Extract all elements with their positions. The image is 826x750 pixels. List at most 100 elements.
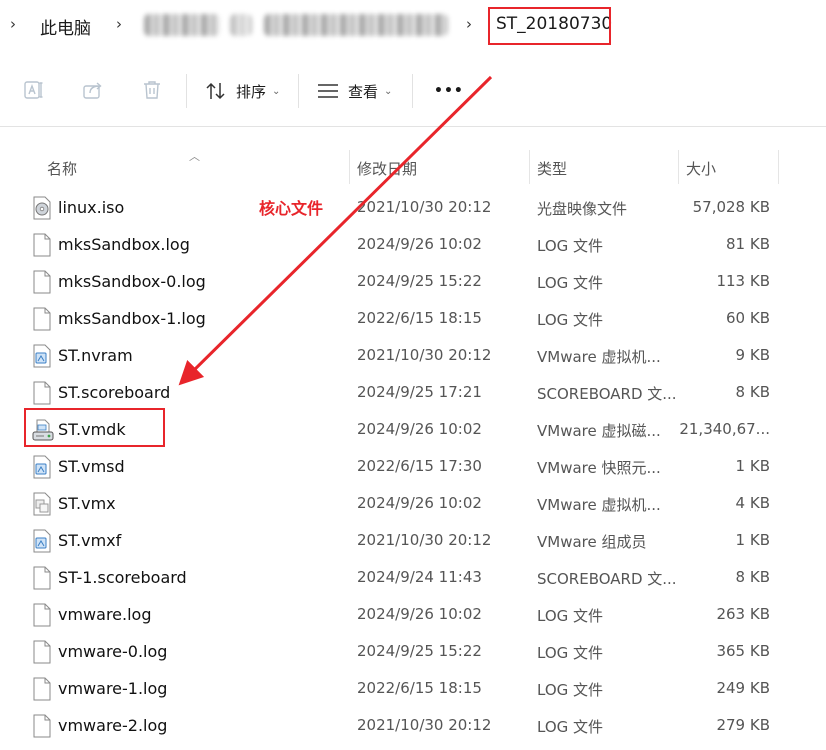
document-icon <box>32 270 52 294</box>
file-size: 263 KB <box>716 605 770 623</box>
share-icon[interactable] <box>81 78 105 102</box>
file-size: 81 KB <box>726 235 770 253</box>
chevron-right-icon[interactable]: › <box>10 15 16 33</box>
document-icon <box>32 640 52 664</box>
file-row[interactable]: ST.vmsd 2022/6/15 17:30 VMware 快照元... 1 KB <box>0 448 826 485</box>
breadcrumb-root[interactable]: 此电脑 <box>40 14 91 39</box>
vmware-file-icon <box>32 455 52 479</box>
sort-button[interactable]: 排序 ⌄ <box>204 74 280 108</box>
file-modified-date: 2024/9/24 11:43 <box>357 568 482 586</box>
file-size: 1 KB <box>735 531 770 549</box>
file-modified-date: 2024/9/26 10:02 <box>357 494 482 512</box>
column-divider[interactable] <box>349 150 350 184</box>
vmx-config-icon <box>32 492 52 516</box>
sort-icon <box>206 82 225 100</box>
sort-label: 排序 <box>236 82 267 101</box>
file-modified-date: 2021/10/30 20:12 <box>357 531 492 549</box>
chevron-down-icon: ⌄ <box>272 85 281 97</box>
vmware-file-icon <box>32 529 52 553</box>
file-type: LOG 文件 <box>537 237 604 255</box>
column-divider[interactable] <box>778 150 779 184</box>
toolbar-separator <box>186 74 187 108</box>
file-modified-date: 2021/10/30 20:12 <box>357 346 492 364</box>
file-row[interactable]: ST.vmx 2024/9/26 10:02 VMware 虚拟机... 4 KB <box>0 485 826 522</box>
file-modified-date: 2024/9/26 10:02 <box>357 605 482 623</box>
redacted-path-segment <box>230 14 252 36</box>
file-name: vmware.log <box>58 605 152 624</box>
file-modified-date: 2022/6/15 18:15 <box>357 679 482 697</box>
document-icon <box>32 566 52 590</box>
file-size: 1 KB <box>735 457 770 475</box>
column-header-date[interactable]: 修改日期 <box>357 158 417 179</box>
file-modified-date: 2021/10/30 20:12 <box>357 716 492 734</box>
file-row[interactable]: mksSandbox-0.log 2024/9/25 15:22 LOG 文件 113… <box>0 263 826 300</box>
file-size: 279 KB <box>716 716 770 734</box>
file-size: 249 KB <box>716 679 770 697</box>
document-icon <box>32 677 52 701</box>
file-type: VMware 快照元... <box>537 459 661 477</box>
document-icon <box>32 381 52 405</box>
file-size: 9 KB <box>735 346 770 364</box>
file-size: 21,340,67... <box>679 420 770 438</box>
file-row[interactable]: vmware-1.log 2022/6/15 18:15 LOG 文件 249 KB <box>0 670 826 707</box>
file-modified-date: 2022/6/15 18:15 <box>357 309 482 327</box>
vmware-file-icon <box>32 344 52 368</box>
document-icon <box>32 307 52 331</box>
redacted-path-segment <box>144 14 220 36</box>
file-name: vmware-2.log <box>58 716 168 735</box>
file-row[interactable]: ST.scoreboard 2024/9/25 17:21 SCOREBOARD 文… <box>0 374 826 411</box>
file-type: LOG 文件 <box>537 311 604 329</box>
chevron-right-icon[interactable]: › <box>116 15 122 33</box>
toolbar-separator <box>412 74 413 108</box>
file-modified-date: 2024/9/25 15:22 <box>357 272 482 290</box>
file-type: VMware 组成员 <box>537 533 647 551</box>
file-name: linux.iso <box>58 198 125 217</box>
view-label: 查看 <box>348 82 379 101</box>
file-explorer-window: › 此电脑 › › ST_20180730 排序 ⌄ 查看 ⌄ ••• ︿ 名称… <box>0 0 826 750</box>
column-divider[interactable] <box>529 150 530 184</box>
toolbar-separator <box>298 74 299 108</box>
file-size: 365 KB <box>716 642 770 660</box>
redacted-path-segment <box>264 14 448 36</box>
column-header-name[interactable]: 名称 <box>47 158 77 179</box>
file-row[interactable]: vmware-0.log 2024/9/25 15:22 LOG 文件 365 KB <box>0 633 826 670</box>
view-list-icon <box>318 84 338 98</box>
column-divider[interactable] <box>678 150 679 184</box>
file-modified-date: 2022/6/15 17:30 <box>357 457 482 475</box>
delete-icon[interactable] <box>140 78 164 102</box>
file-row[interactable]: mksSandbox.log 2024/9/26 10:02 LOG 文件 81 KB <box>0 226 826 263</box>
file-name: vmware-1.log <box>58 679 168 698</box>
more-options-button[interactable]: ••• <box>434 74 464 108</box>
file-name: ST-1.scoreboard <box>58 568 187 587</box>
file-size: 60 KB <box>726 309 770 327</box>
file-row[interactable]: mksSandbox-1.log 2022/6/15 18:15 LOG 文件 60 … <box>0 300 826 337</box>
file-modified-date: 2024/9/25 17:21 <box>357 383 482 401</box>
file-row[interactable]: vmware.log 2024/9/26 10:02 LOG 文件 263 KB <box>0 596 826 633</box>
file-name: mksSandbox-1.log <box>58 309 206 328</box>
rename-icon[interactable] <box>22 78 46 102</box>
file-type: LOG 文件 <box>537 274 604 292</box>
sort-ascending-icon: ︿ <box>189 150 200 163</box>
file-row[interactable]: vmware-2.log 2021/10/30 20:12 LOG 文件 279 KB <box>0 707 826 744</box>
file-size: 8 KB <box>735 383 770 401</box>
breadcrumb: › 此电脑 › › ST_20180730 <box>0 0 826 52</box>
file-type: LOG 文件 <box>537 681 604 699</box>
column-header-type[interactable]: 类型 <box>537 158 567 179</box>
file-modified-date: 2024/9/25 15:22 <box>357 642 482 660</box>
highlighted-file-box <box>24 408 165 447</box>
chevron-right-icon[interactable]: › <box>466 15 472 33</box>
document-icon <box>32 714 52 738</box>
file-type: VMware 虚拟机... <box>537 496 661 514</box>
file-type: VMware 虚拟机... <box>537 348 661 366</box>
file-row[interactable]: ST.vmxf 2021/10/30 20:12 VMware 组成员 1 KB <box>0 522 826 559</box>
file-type: VMware 虚拟磁... <box>537 422 661 440</box>
view-button[interactable]: 查看 ⌄ <box>316 74 392 108</box>
file-type: SCOREBOARD 文... <box>537 570 677 588</box>
file-row[interactable]: ST-1.scoreboard 2024/9/24 11:43 SCOREBOARD… <box>0 559 826 596</box>
chevron-down-icon: ⌄ <box>384 85 393 97</box>
file-row[interactable]: ST.nvram 2021/10/30 20:12 VMware 虚拟机... 9 K… <box>0 337 826 374</box>
file-type: LOG 文件 <box>537 718 604 736</box>
file-row[interactable]: linux.iso 2021/10/30 20:12 光盘映像文件 57,028 KB <box>0 189 826 226</box>
column-header-size[interactable]: 大小 <box>686 158 716 179</box>
file-size: 113 KB <box>716 272 770 290</box>
